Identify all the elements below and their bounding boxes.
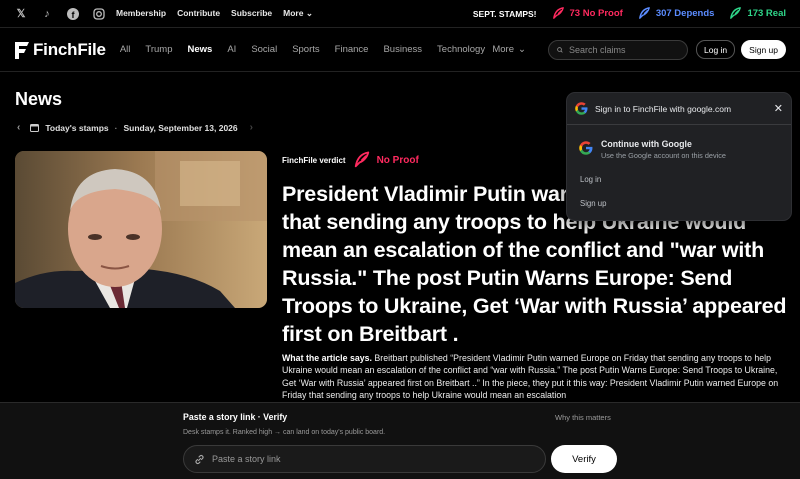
story-link-field[interactable] <box>183 445 546 473</box>
tab-all[interactable]: All <box>120 44 131 55</box>
verdict-row: FinchFile verdict No Proof <box>282 150 419 170</box>
x-icon[interactable]: 𝕏 <box>14 7 28 21</box>
signup-button[interactable]: Sign up <box>741 40 786 59</box>
popup-title: Sign in to FinchFile with google.com <box>595 103 732 114</box>
tab-technology[interactable]: Technology <box>437 44 485 55</box>
stamp-real[interactable]: 173 Real <box>728 6 786 21</box>
tab-trump[interactable]: Trump <box>145 44 172 55</box>
popup-login-option[interactable]: Log in <box>580 175 601 184</box>
separator-dot: · <box>114 122 118 133</box>
article-photo[interactable] <box>15 151 267 308</box>
chevron-down-icon: ⌄ <box>305 8 313 18</box>
calendar-icon <box>30 124 40 132</box>
tab-news[interactable]: News <box>188 44 213 55</box>
summary-lead: What the article says. <box>282 353 372 363</box>
social-links: 𝕏 ♪ f <box>14 7 106 21</box>
continue-with-google-option[interactable]: Continue with Google Use the Google acco… <box>579 139 726 160</box>
brand-logo[interactable]: FinchFile <box>14 40 106 60</box>
stamp-counts: SEPT. STAMPS! 73 No Proof 307 Depends 17… <box>473 6 786 21</box>
more-menu[interactable]: More ⌄ <box>283 8 313 19</box>
chevron-down-icon: ⌄ <box>518 44 526 55</box>
tab-business[interactable]: Business <box>383 44 422 55</box>
current-date: Sunday, September 13, 2026 <box>123 122 238 133</box>
facebook-icon[interactable]: f <box>66 7 80 21</box>
tab-social[interactable]: Social <box>251 44 277 55</box>
feather-icon <box>552 7 564 19</box>
chevron-right-icon[interactable]: › <box>250 122 253 133</box>
verdict-label: FinchFile verdict <box>282 155 346 165</box>
date-navigator: ‹ Today's stamps · Sunday, September 13,… <box>17 122 257 133</box>
verdict-text: No Proof <box>376 154 419 166</box>
main-nav: FinchFile All Trump News AI Social Sport… <box>0 28 800 72</box>
logo-icon <box>15 41 29 59</box>
search-icon <box>557 46 563 53</box>
link-icon <box>195 454 204 464</box>
verify-panel: Paste a story link · Verify Why this mat… <box>0 402 800 479</box>
contribute-link[interactable]: Contribute <box>177 8 220 19</box>
continue-text-group: Continue with Google Use the Google acco… <box>601 139 726 160</box>
section-tabs: All Trump News AI Social Sports Finance … <box>120 44 485 55</box>
top-links: Membership Contribute Subscribe More ⌄ <box>116 8 313 19</box>
verify-button[interactable]: Verify <box>551 445 617 473</box>
nav-more-menu[interactable]: More ⌄ <box>492 44 526 55</box>
feather-icon <box>638 7 650 19</box>
google-icon <box>579 141 593 155</box>
verdict-badge[interactable]: No Proof <box>352 150 419 170</box>
google-signin-popup: Sign in to FinchFile with google.com ✕ C… <box>566 92 792 221</box>
membership-link[interactable]: Membership <box>116 8 166 19</box>
popup-header: Sign in to FinchFile with google.com ✕ <box>567 93 791 125</box>
continue-subtitle: Use the Google account on this device <box>601 151 726 160</box>
stamps-label: SEPT. STAMPS! <box>472 8 537 19</box>
more-label: More <box>283 8 304 18</box>
tab-ai[interactable]: AI <box>227 44 236 55</box>
nav-more-label: More <box>492 44 515 55</box>
close-icon[interactable]: ✕ <box>774 102 783 115</box>
search-input[interactable] <box>568 44 679 55</box>
login-button[interactable]: Log in <box>695 40 736 59</box>
why-this-matters-link[interactable]: Why this matters <box>555 413 611 422</box>
popup-signup-option[interactable]: Sign up <box>580 199 606 208</box>
subscribe-link[interactable]: Subscribe <box>231 8 272 19</box>
stamp-real-text: 173 Real <box>747 8 786 19</box>
continue-title: Continue with Google <box>601 139 692 149</box>
stamp-no-proof-text: 73 No Proof <box>569 8 623 19</box>
verify-subtitle: Desk stamps it. Ranked high → can land o… <box>183 429 386 436</box>
stamp-depends[interactable]: 307 Depends <box>637 6 715 21</box>
feather-icon <box>730 7 742 19</box>
instagram-icon[interactable] <box>92 7 106 21</box>
stamps-date-label: Today's stamps <box>45 122 109 133</box>
search-box[interactable] <box>547 39 688 60</box>
utility-bar: 𝕏 ♪ f Membership Contribute Subscribe Mo… <box>0 0 800 28</box>
article-summary: What the article says. Breitbart publish… <box>282 352 792 402</box>
tab-sports[interactable]: Sports <box>292 44 319 55</box>
tiktok-icon[interactable]: ♪ <box>40 7 54 21</box>
brand-name: FinchFile <box>33 39 106 59</box>
tab-finance[interactable]: Finance <box>335 44 369 55</box>
story-link-input[interactable] <box>212 454 532 464</box>
verify-title: Paste a story link · Verify <box>183 412 288 422</box>
google-icon <box>575 102 588 115</box>
feather-icon <box>354 151 369 168</box>
chevron-left-icon[interactable]: ‹ <box>17 122 20 133</box>
page-title: News <box>15 89 63 109</box>
stamp-no-proof[interactable]: 73 No Proof <box>551 6 623 21</box>
stamp-depends-text: 307 Depends <box>655 8 715 19</box>
